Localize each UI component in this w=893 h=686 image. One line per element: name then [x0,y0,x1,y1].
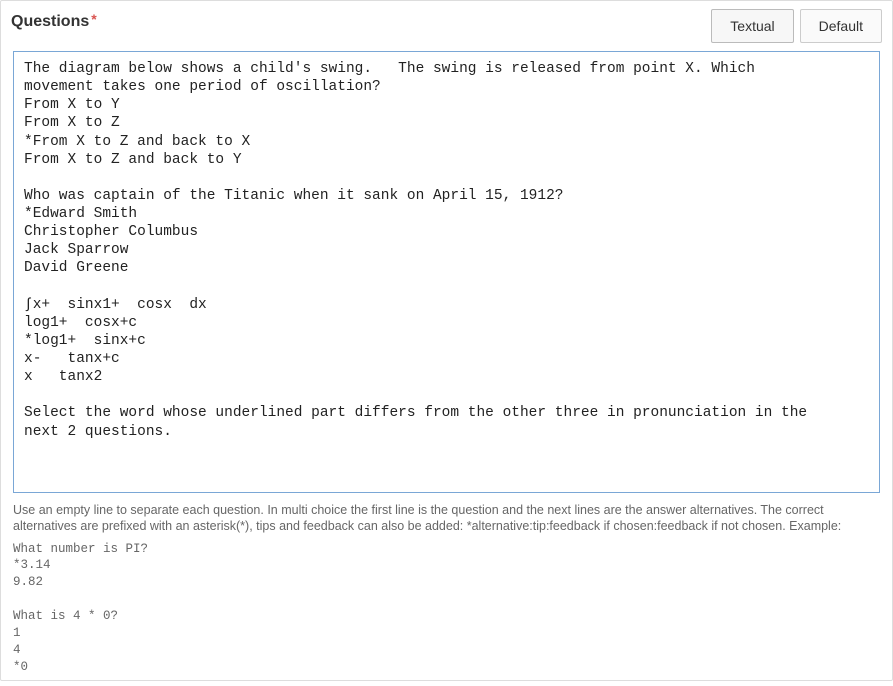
help-intro: Use an empty line to separate each quest… [13,502,880,535]
questions-textarea-wrap [13,51,880,496]
tab-textual[interactable]: Textual [711,9,793,43]
questions-panel: Questions * Textual Default Use an empty… [0,0,893,681]
questions-input[interactable] [13,51,880,493]
title-wrap: Questions * [11,9,97,31]
help-text: Use an empty line to separate each quest… [1,502,892,686]
panel-header: Questions * Textual Default [1,1,892,43]
view-tabs: Textual Default [711,9,882,43]
required-asterisk-icon: * [91,11,96,27]
help-example: What number is PI? *3.14 9.82 What is 4 … [13,541,880,676]
panel-title: Questions [11,13,89,31]
tab-default[interactable]: Default [800,9,882,43]
